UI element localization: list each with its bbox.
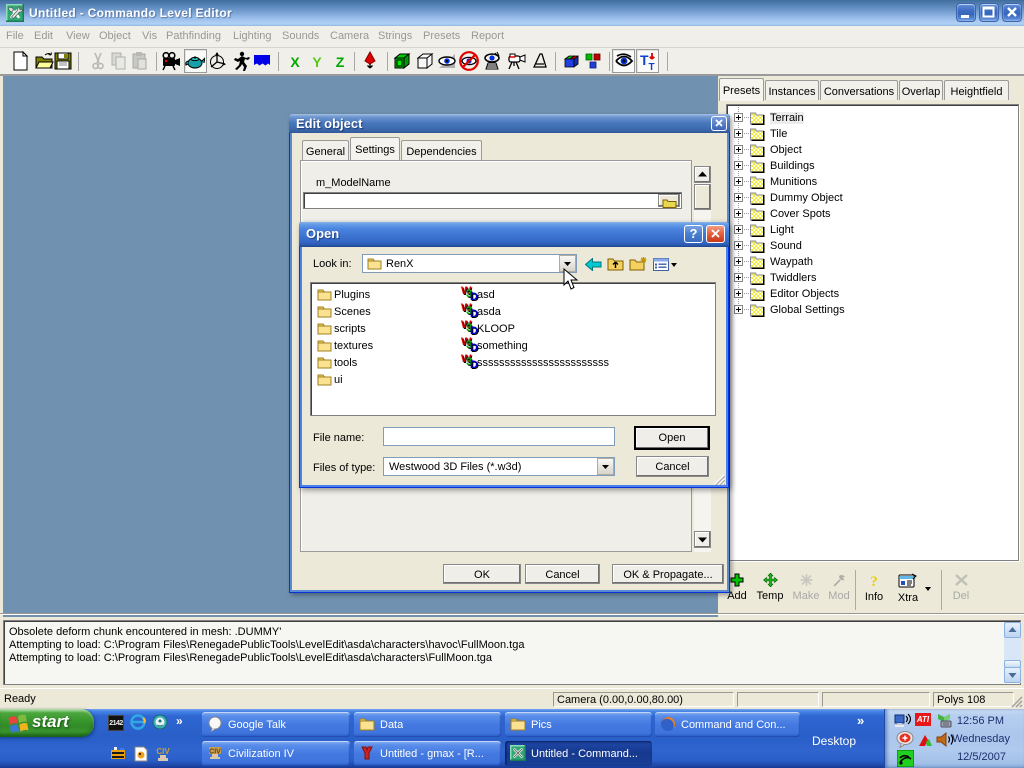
svg-text:?: ?: [870, 574, 878, 588]
svg-text:CIV: CIV: [156, 747, 170, 756]
svg-text:Z: Z: [336, 54, 345, 70]
svg-text:Y: Y: [312, 54, 322, 70]
svg-text:X: X: [290, 54, 300, 70]
svg-text:T: T: [649, 62, 655, 72]
